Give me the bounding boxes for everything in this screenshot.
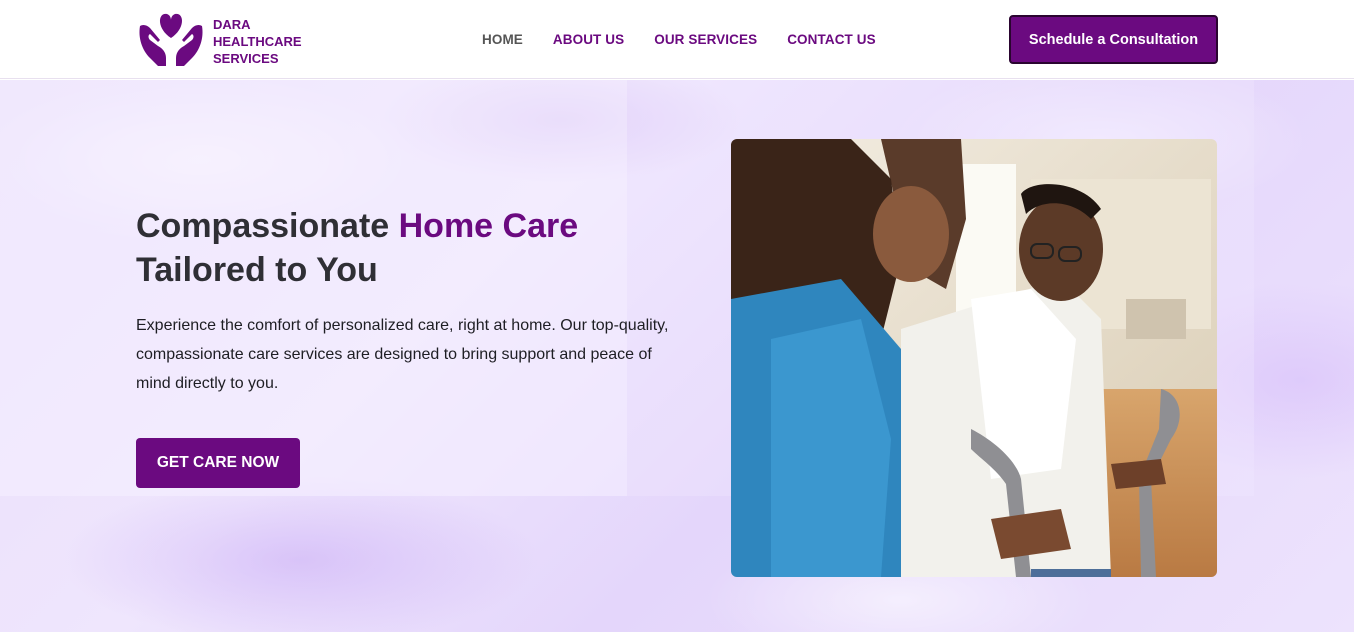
brand-name-line2: HEALTHCARE [213,34,302,49]
get-care-now-button[interactable]: GET CARE NOW [136,438,300,488]
site-header: DARA HEALTHCARE SERVICES HOME ABOUT US O… [0,0,1354,79]
schedule-consultation-button[interactable]: Schedule a Consultation [1009,15,1218,64]
nav-about-us[interactable]: ABOUT US [553,32,624,47]
hero-title-highlight: Home Care [398,207,579,245]
hero-section: Compassionate Home Care Tailored to You … [0,80,1354,632]
brand-name-line1: DARA [213,17,251,32]
hero-description: Experience the comfort of personalized c… [136,317,669,392]
nav-home[interactable]: HOME [482,32,523,47]
brand-logo[interactable]: DARA HEALTHCARE SERVICES [136,8,302,70]
heart-hands-icon [139,13,203,67]
caregiver-photo [731,139,1217,577]
main-nav: HOME ABOUT US OUR SERVICES CONTACT US [482,32,906,47]
hero-title-part1: Compassionate [136,207,399,245]
hero-title-part2: Tailored to You [136,251,378,289]
brand-name-line3: SERVICES [213,51,279,66]
nav-our-services[interactable]: OUR SERVICES [654,32,757,47]
hero-title: Compassionate Home Care Tailored to You [136,204,656,292]
nav-contact-us[interactable]: CONTACT US [787,32,876,47]
brand-name: DARA HEALTHCARE SERVICES [213,16,302,67]
